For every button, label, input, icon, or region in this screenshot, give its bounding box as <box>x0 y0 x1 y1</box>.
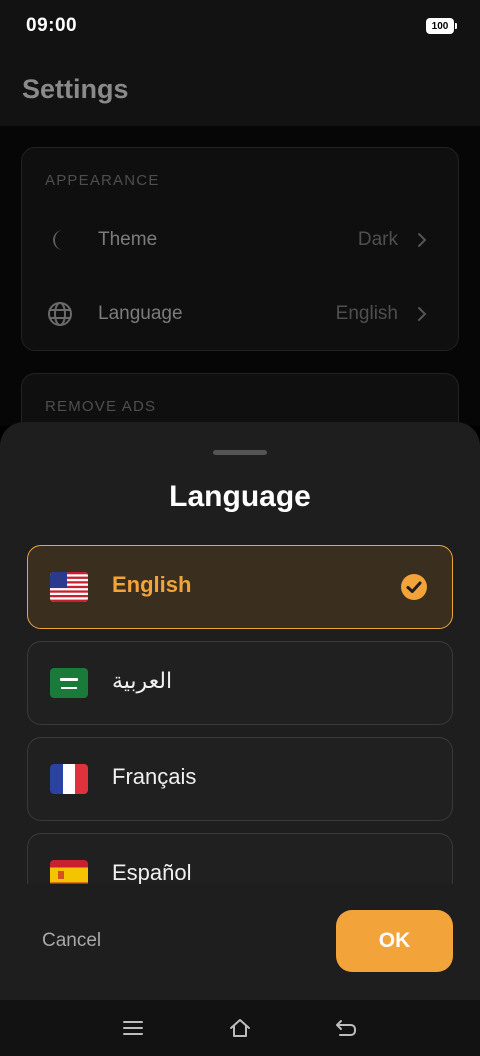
language-label: Language <box>98 303 183 324</box>
cancel-button[interactable]: Cancel <box>42 930 101 952</box>
appearance-card: APPEARANCE Theme Dark Language English <box>21 147 459 351</box>
section-label-appearance: APPEARANCE <box>45 172 160 189</box>
battery-icon: 100 <box>426 18 457 34</box>
globe-icon <box>48 302 72 326</box>
us-flag-icon <box>50 572 88 602</box>
app-header: Settings <box>0 54 480 126</box>
status-bar: 09:00 100 <box>0 0 480 54</box>
back-icon[interactable] <box>334 1016 358 1040</box>
theme-value: Dark <box>357 229 398 250</box>
theme-row[interactable]: Theme Dark <box>22 211 458 269</box>
language-option-french[interactable]: Français <box>27 737 453 821</box>
language-option-english[interactable]: English <box>27 545 453 629</box>
chevron-right-icon <box>418 233 427 247</box>
saudi-flag-icon <box>50 668 88 698</box>
language-label-english: English <box>112 572 192 597</box>
language-label-arabic: العربية <box>112 668 173 693</box>
status-time: 09:00 <box>26 15 78 36</box>
section-label-remove-ads: REMOVE ADS <box>45 398 157 415</box>
france-flag-icon <box>50 764 88 794</box>
page-title: Settings <box>22 74 129 104</box>
sheet-title: Language <box>169 480 311 513</box>
spain-flag-icon <box>50 860 88 884</box>
language-option-arabic[interactable]: العربية <box>27 641 453 725</box>
ok-button[interactable]: OK <box>336 910 453 972</box>
language-label-spanish: Español <box>112 860 192 884</box>
theme-label: Theme <box>98 229 158 250</box>
chevron-right-icon <box>418 307 427 321</box>
language-label-french: Français <box>112 764 197 789</box>
navigation-bar <box>0 1000 480 1056</box>
menu-icon[interactable] <box>121 1016 145 1040</box>
language-value: English <box>335 303 398 324</box>
drag-handle[interactable] <box>213 450 267 455</box>
language-row[interactable]: Language English <box>22 285 458 343</box>
check-circle-icon <box>401 574 427 600</box>
language-option-spanish[interactable]: Español <box>27 833 453 884</box>
language-bottom-sheet: Language English العربية Français Españo… <box>0 422 480 1000</box>
moon-icon <box>53 230 63 250</box>
language-list[interactable]: English العربية Français Español <box>0 542 480 884</box>
home-icon[interactable] <box>228 1016 252 1040</box>
